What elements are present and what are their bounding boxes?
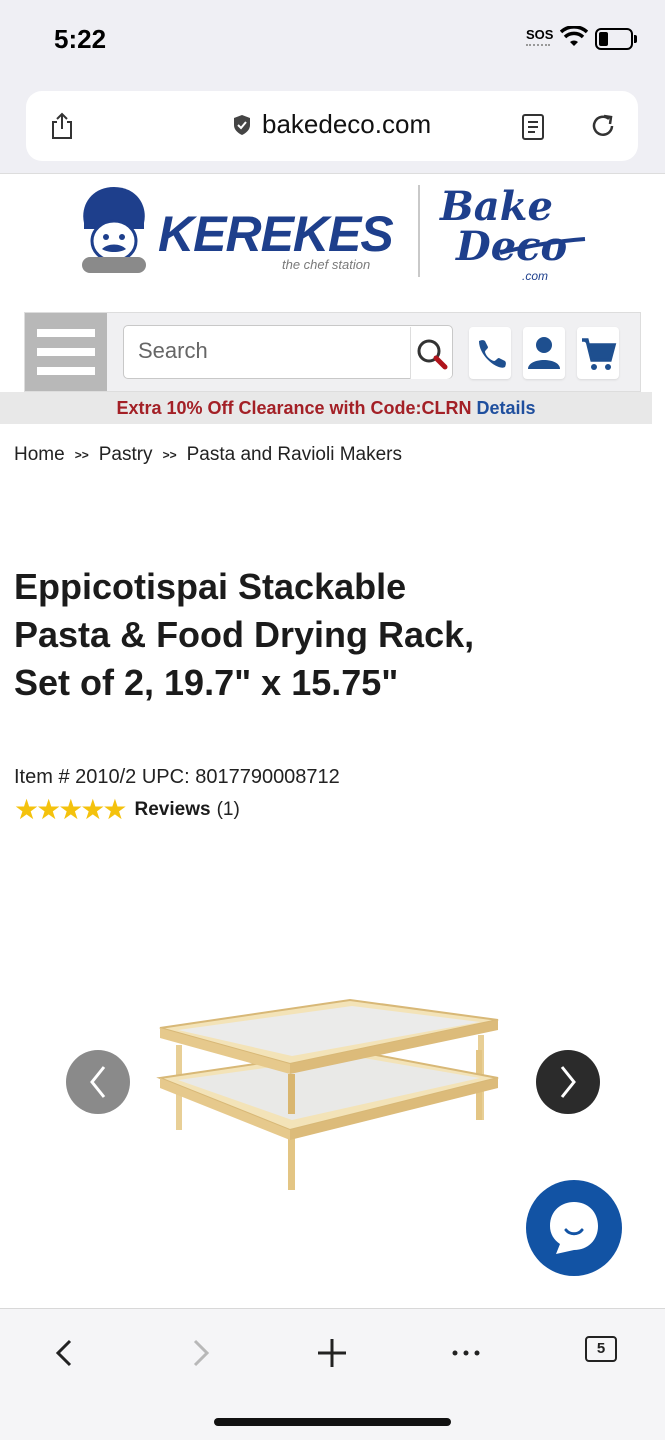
url-text: bakedeco.com	[262, 109, 432, 139]
product-rating[interactable]: ★★★★★ Reviews (1)	[14, 796, 240, 824]
kerekes-tagline: the chef station	[282, 257, 371, 272]
hamburger-menu-button[interactable]	[25, 313, 107, 391]
battery-icon	[595, 28, 637, 50]
carousel-prev-button[interactable]	[66, 1050, 130, 1114]
breadcrumb-separator: >>	[162, 448, 177, 462]
reviews-label[interactable]: Reviews	[135, 799, 211, 821]
status-bar: 5:22 SOS	[0, 0, 665, 82]
kerekes-wordmark[interactable]: KEREKES	[158, 205, 394, 263]
shield-icon	[234, 114, 250, 135]
search-input[interactable]	[124, 326, 404, 376]
whisk-swoosh	[499, 237, 586, 255]
search-box	[123, 325, 453, 379]
reload-icon[interactable]	[589, 112, 617, 140]
phone-icon	[479, 340, 506, 368]
bakedeco-logo[interactable]: Bake Deco .com	[430, 183, 590, 283]
chat-button[interactable]	[526, 1180, 622, 1276]
more-icon[interactable]	[446, 1333, 486, 1373]
search-icon	[417, 339, 448, 370]
forward-icon[interactable]	[180, 1333, 220, 1373]
chef-mascot-logo[interactable]	[78, 183, 150, 275]
chevron-right-icon	[560, 1066, 576, 1098]
sos-indicator: SOS	[526, 28, 553, 47]
account-button[interactable]	[523, 327, 565, 379]
promo-banner: Extra 10% Off Clearance with Code:CLRN D…	[0, 392, 652, 424]
share-icon[interactable]	[48, 112, 76, 140]
back-icon[interactable]	[45, 1333, 85, 1373]
browser-toolbar: bakedeco.com	[0, 82, 665, 174]
status-time: 5:22	[54, 24, 107, 54]
carousel-next-button[interactable]	[536, 1050, 600, 1114]
breadcrumb: Home >> Pastry >> Pasta and Ravioli Make…	[14, 444, 402, 466]
item-upc-line: Item # 2010/2 UPC: 8017790008712	[14, 766, 340, 788]
nav-bar	[24, 312, 641, 392]
sos-label: SOS	[526, 27, 554, 42]
site-header: KEREKES the chef station Bake Deco .com	[0, 175, 665, 310]
reviews-count[interactable]: (1)	[217, 799, 240, 821]
chevron-left-icon	[90, 1066, 106, 1098]
phone-button[interactable]	[469, 327, 511, 379]
breadcrumb-pasta-ravioli[interactable]: Pasta and Ravioli Makers	[187, 444, 402, 466]
promo-text: Extra 10% Off Clearance with Code:CLRN	[116, 398, 477, 418]
wifi-icon	[560, 26, 588, 46]
chat-icon	[550, 1202, 598, 1254]
cart-icon	[582, 338, 617, 370]
tabs-button[interactable]: 5	[585, 1336, 617, 1362]
breadcrumb-separator: >>	[74, 448, 89, 462]
address-bar[interactable]: bakedeco.com	[26, 91, 638, 161]
promo-details-link[interactable]: Details	[477, 398, 536, 418]
reader-icon[interactable]	[521, 113, 545, 141]
search-button[interactable]	[410, 327, 452, 379]
breadcrumb-pastry[interactable]: Pastry	[99, 444, 153, 466]
product-title: Eppicotispai Stackable Pasta & Food Dryi…	[14, 566, 475, 703]
home-indicator	[214, 1418, 451, 1426]
user-icon	[528, 337, 560, 369]
product-image[interactable]	[150, 990, 510, 1195]
rating-stars: ★★★★★	[14, 794, 128, 825]
cart-button[interactable]	[577, 327, 619, 379]
url-host[interactable]: bakedeco.com	[232, 109, 431, 140]
new-tab-icon[interactable]	[312, 1333, 352, 1373]
logo-divider	[418, 185, 420, 277]
breadcrumb-home[interactable]: Home	[14, 444, 65, 466]
